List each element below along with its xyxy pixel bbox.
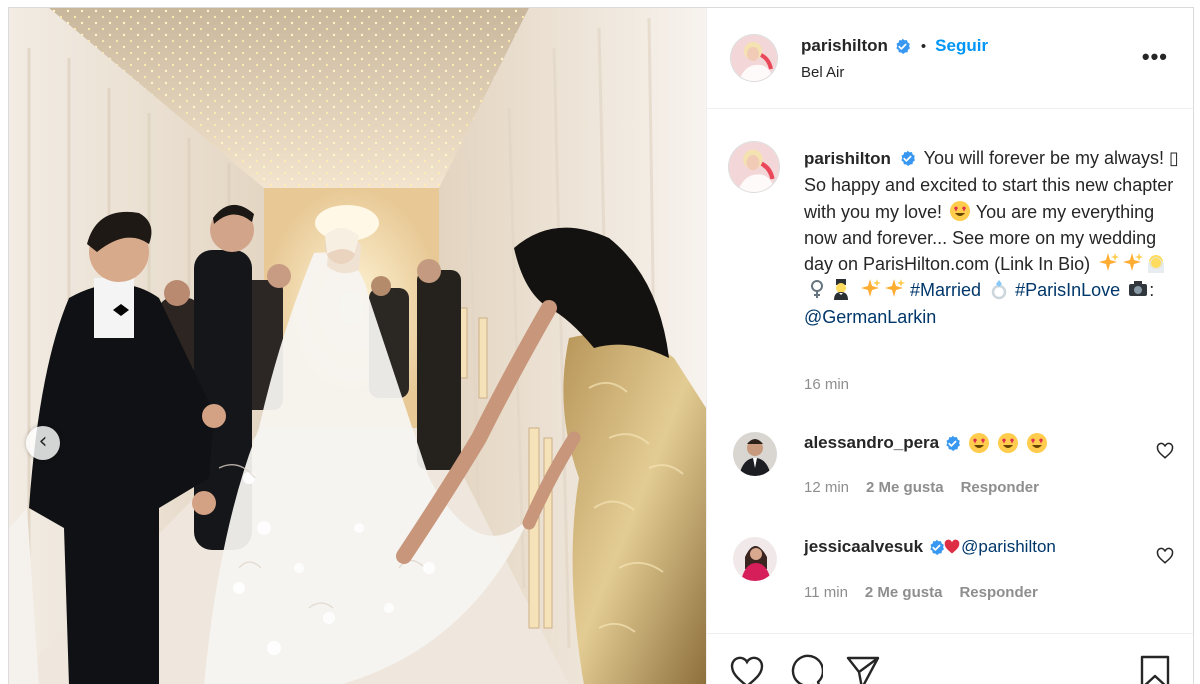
verified-badge-icon xyxy=(930,539,945,555)
follow-button[interactable]: Seguir xyxy=(935,36,988,56)
post-location[interactable]: Bel Air xyxy=(801,64,844,81)
share-icon[interactable] xyxy=(845,654,881,684)
heart-eyes-emoji xyxy=(998,433,1019,453)
comment-body: alessandro_pera xyxy=(804,432,1048,454)
caption-author-username[interactable]: parishilton xyxy=(804,149,891,168)
reply-button[interactable]: Responder xyxy=(961,479,1039,496)
red-heart-emoji xyxy=(944,539,960,554)
comment-body: jessicaalvesuk @parishilton xyxy=(804,537,1056,557)
post-details-panel: parishilton • Seguir Bel Air ••• parishi… xyxy=(706,8,1193,684)
camera-emoji xyxy=(1129,281,1148,297)
post-header: parishilton • Seguir Bel Air ••• xyxy=(707,8,1193,109)
bookmark-icon[interactable] xyxy=(1137,654,1173,684)
post-window: ‹ parishilton • Seguir Bel Air ••• paris… xyxy=(8,7,1194,684)
post-caption: parishilton You will forever be my alway… xyxy=(804,145,1179,330)
previous-photo-button[interactable]: ‹ xyxy=(26,426,60,460)
comment-likes[interactable]: 2 Me gusta xyxy=(865,584,943,601)
heart-icon[interactable] xyxy=(1156,442,1174,460)
post-photo[interactable]: ‹ xyxy=(9,8,706,684)
mention-parishilton[interactable]: @parishilton xyxy=(961,537,1056,557)
caption-author-avatar[interactable] xyxy=(729,142,779,192)
heart-eyes-emoji xyxy=(1027,433,1048,453)
verified-badge-icon xyxy=(946,435,961,451)
sparkles-emoji xyxy=(1123,253,1144,272)
bride-emoji xyxy=(1148,255,1165,274)
hashtag-parisinlove[interactable]: #ParisInLove xyxy=(1015,280,1120,300)
wedding-photo-illustration xyxy=(9,8,706,684)
like-heart-icon[interactable] xyxy=(729,654,765,684)
comment-item: jessicaalvesuk @parishilton 11 min 2 Me … xyxy=(707,537,1193,617)
heart-eyes-emoji xyxy=(950,200,971,221)
reply-button[interactable]: Responder xyxy=(959,584,1037,601)
commenter-avatar[interactable] xyxy=(733,432,777,476)
comment-likes[interactable]: 2 Me gusta xyxy=(866,479,944,496)
post-author-username[interactable]: parishilton xyxy=(801,36,888,56)
hashtag-married[interactable]: #Married xyxy=(910,280,981,300)
verified-badge-icon xyxy=(896,38,910,54)
avatar-image xyxy=(733,537,777,581)
chevron-left-icon: ‹ xyxy=(38,428,48,454)
groom-emoji xyxy=(834,279,848,301)
commenter-avatar[interactable] xyxy=(733,537,777,581)
heart-eyes-emoji xyxy=(969,433,990,453)
sparkles-emoji xyxy=(861,279,882,298)
comment-timestamp[interactable]: 11 min xyxy=(804,584,848,601)
avatar-image xyxy=(733,432,777,476)
post-author-row: parishilton • Seguir xyxy=(801,36,988,56)
author-avatar[interactable] xyxy=(731,35,777,81)
verified-badge-icon xyxy=(901,150,915,167)
comment-meta: 11 min 2 Me gusta Responder xyxy=(804,584,1038,601)
sparkles-emoji xyxy=(885,279,906,298)
commenter-username[interactable]: jessicaalvesuk xyxy=(804,537,923,557)
female-sign-emoji xyxy=(811,280,823,299)
caption-colon: : xyxy=(1149,280,1155,301)
more-options-icon[interactable]: ••• xyxy=(1142,46,1168,68)
comment-timestamp[interactable]: 12 min xyxy=(804,479,849,496)
sparkles-emoji xyxy=(1099,253,1120,272)
comment-item: alessandro_pera 12 min 2 Me gusta Respon… xyxy=(707,432,1193,512)
comment-meta: 12 min 2 Me gusta Responder xyxy=(804,479,1039,496)
heart-icon[interactable] xyxy=(1156,547,1174,565)
ring-emoji xyxy=(991,280,1007,300)
commenter-username[interactable]: alessandro_pera xyxy=(804,433,939,453)
avatar-image xyxy=(729,142,779,192)
post-action-bar xyxy=(707,633,1193,684)
avatar-image xyxy=(731,35,777,81)
mention-germanlarkin[interactable]: @GermanLarkin xyxy=(804,307,936,327)
comment-icon[interactable] xyxy=(787,654,823,684)
separator-dot: • xyxy=(920,37,927,55)
caption-timestamp[interactable]: 16 min xyxy=(804,376,849,393)
